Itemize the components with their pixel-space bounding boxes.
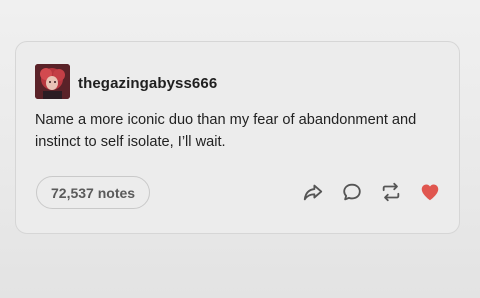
share-icon bbox=[303, 184, 323, 201]
avatar-image bbox=[35, 64, 70, 99]
post-body: Name a more iconic duo than my fear of a… bbox=[35, 112, 417, 150]
reblog-icon bbox=[382, 182, 400, 202]
notes-count-button[interactable]: 72,537 notes bbox=[36, 176, 151, 209]
like-button[interactable] bbox=[419, 181, 441, 203]
heart-icon bbox=[421, 184, 439, 201]
reply-icon bbox=[343, 183, 361, 201]
post-card: thegazingabyss666 Name a more iconic duo… bbox=[15, 41, 460, 234]
post-username[interactable]: thegazingabyss666 bbox=[78, 75, 217, 92]
reblog-button[interactable] bbox=[380, 181, 402, 203]
share-button[interactable] bbox=[302, 181, 324, 203]
avatar[interactable] bbox=[35, 64, 70, 99]
reply-button[interactable] bbox=[341, 181, 363, 203]
post-actions bbox=[302, 181, 441, 203]
